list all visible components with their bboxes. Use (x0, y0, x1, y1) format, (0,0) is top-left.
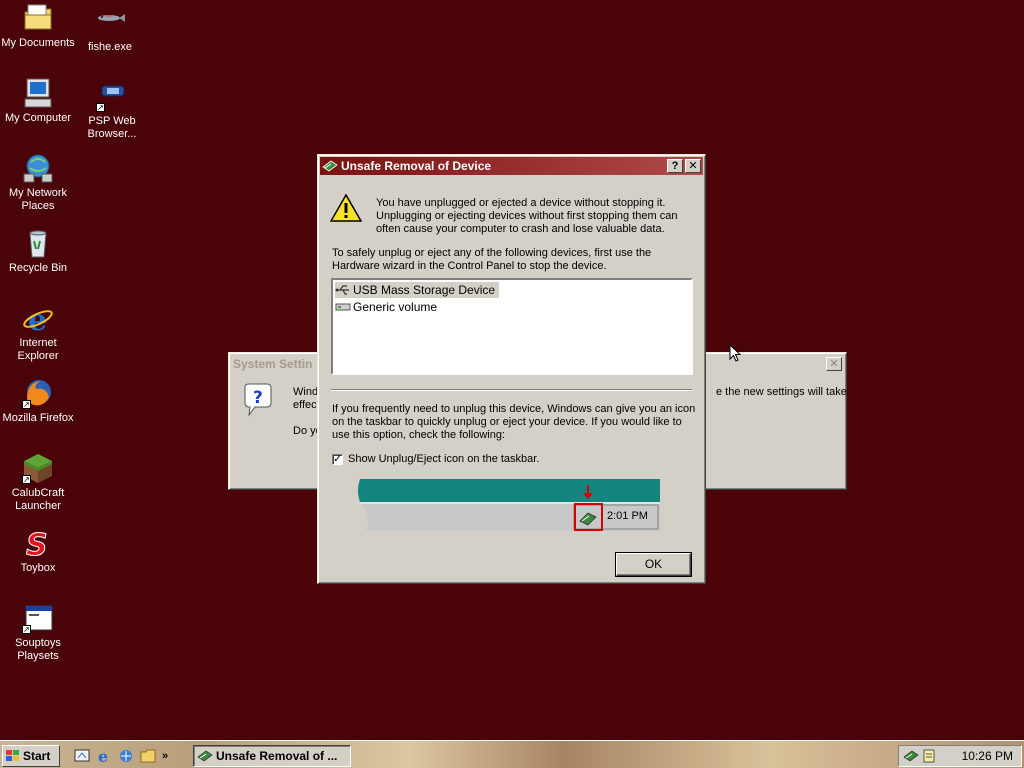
device-label: USB Mass Storage Device (353, 283, 496, 297)
desktop-icon-label: My Network Places (8, 187, 68, 212)
psp-browser-icon: ↗ (96, 80, 128, 112)
unsafe-removal-dialog[interactable]: Unsafe Removal of Device ? ✕ You have un… (317, 154, 706, 584)
unplug-eject-icon[interactable] (903, 749, 919, 763)
tray-clock: 10:26 PM (961, 749, 1013, 763)
help-button[interactable]: ? (667, 159, 683, 173)
close-button[interactable]: ✕ (685, 159, 701, 173)
network-icon (22, 152, 54, 184)
desktop-icon-recycle-bin[interactable]: Recycle Bin (0, 227, 76, 275)
desktop-icon-souptoys-playsets[interactable]: ↗ Souptoys Playsets (0, 602, 76, 663)
svg-text:e: e (28, 303, 47, 334)
desktop-icon-label: My Documents (1, 37, 75, 49)
desktop-icon-label: Recycle Bin (8, 262, 68, 274)
shortcut-arrow-icon: ↗ (22, 625, 31, 634)
desktop-icon-psp-web-browser[interactable]: ↗ PSP Web Browser... (74, 80, 150, 141)
shortcut-arrow-icon: ↗ (96, 103, 105, 112)
desktop-icon-label: fishe.exe (87, 41, 133, 53)
desktop-icon-toybox[interactable]: S Toybox (0, 527, 76, 575)
separator (331, 389, 692, 391)
warning-text: You have unplugged or ejected a device w… (376, 197, 678, 235)
taskbar: Start e » Unsafe Removal of ... 10:26 PM (0, 740, 1024, 768)
mouse-cursor-icon (729, 343, 742, 366)
question-icon: ? (241, 383, 275, 420)
device-list[interactable]: USB Mass Storage Device Generic volume (331, 278, 693, 375)
desktop-icon-label: My Computer (4, 112, 72, 124)
show-unplug-checkbox[interactable]: ✓ Show Unplug/Eject icon on the taskbar. (332, 453, 539, 465)
computer-icon (22, 77, 54, 109)
hardware-icon (197, 749, 213, 763)
start-button[interactable]: Start (2, 745, 60, 767)
ok-button[interactable]: OK (615, 552, 692, 577)
device-label: Generic volume (353, 300, 438, 314)
taskbar-task-unsafe-removal[interactable]: Unsafe Removal of ... (193, 745, 351, 767)
dialog-titlebar[interactable]: Unsafe Removal of Device ? ✕ (320, 157, 703, 175)
usb-icon (335, 283, 351, 297)
desktop-icon-internet-explorer[interactable]: e Internet Explorer (0, 302, 76, 363)
svg-text:S: S (26, 528, 48, 559)
folder-icon (22, 2, 54, 34)
svg-text:e: e (98, 748, 108, 764)
desktop-icon-label: PSP Web Browser... (87, 115, 137, 140)
toybox-icon: S (22, 527, 54, 564)
list-item[interactable]: Generic volume (335, 299, 437, 315)
system-tray: 10:26 PM (898, 745, 1022, 767)
grass-block-icon: ↗ (22, 452, 54, 484)
desktop-icon-label: CalubCraft Launcher (11, 487, 65, 512)
windows-logo-icon (5, 749, 21, 763)
warning-icon (329, 193, 363, 226)
shortcut-arrow-icon: ↗ (22, 475, 31, 484)
info-text: If you frequently need to unplug this de… (332, 403, 696, 441)
shortcut-arrow-icon: ↗ (22, 400, 31, 409)
folder-icon[interactable] (140, 748, 156, 764)
list-item[interactable]: USB Mass Storage Device (335, 282, 500, 298)
desktop-icon-my-documents[interactable]: My Documents (0, 2, 76, 50)
checkbox[interactable]: ✓ (332, 453, 343, 465)
hardware-icon (322, 159, 338, 173)
desktop-icon-mozilla-firefox[interactable]: ↗ Mozilla Firefox (0, 377, 76, 425)
desktop-icon-label: Toybox (20, 562, 56, 574)
desktop-icon-label: Souptoys Playsets (15, 637, 61, 662)
message-text-right: e the new settings will take (716, 386, 847, 398)
desktop-icon-my-network-places[interactable]: My Network Places (0, 152, 76, 213)
desktop-icon-my-computer[interactable]: My Computer (0, 77, 76, 125)
svg-text:?: ? (253, 388, 263, 408)
window-app-icon: ↗ (22, 602, 54, 634)
desktop-icon-label: Mozilla Firefox (2, 412, 74, 424)
dialog-title: Unsafe Removal of Device (341, 159, 492, 173)
drive-icon (335, 300, 351, 314)
checkbox-label: Show Unplug/Eject icon on the taskbar. (348, 453, 540, 465)
taskbar-preview-illustration: 2:01 PM (356, 477, 660, 533)
recycle-bin-icon (22, 227, 54, 259)
desktop-icon-fishe[interactable]: fishe.exe (72, 6, 148, 54)
chevron-more-icon[interactable]: » (162, 750, 168, 762)
ie-icon[interactable]: e (96, 747, 112, 766)
internet-explorer-icon: e (22, 302, 54, 338)
task-label: Unsafe Removal of ... (216, 749, 338, 763)
taskbar-preview-graphic (358, 479, 660, 531)
firefox-icon: ↗ (22, 377, 54, 409)
start-label: Start (23, 749, 51, 763)
message-text-line-2: effec (293, 399, 317, 411)
close-button[interactable]: ✕ (826, 357, 842, 371)
desktop-icon-calubcraft-launcher[interactable]: ↗ CalubCraft Launcher (0, 452, 76, 513)
outlook-icon[interactable] (118, 748, 134, 764)
preview-clock: 2:01 PM (607, 510, 648, 522)
instructions-text: To safely unplug or eject any of the fol… (332, 247, 652, 272)
quick-launch: e » (74, 746, 168, 766)
tray-app-icon[interactable] (922, 749, 936, 763)
fish-icon (94, 6, 126, 38)
show-desktop-icon[interactable] (74, 748, 90, 764)
desktop-icon-label: Internet Explorer (17, 337, 59, 362)
